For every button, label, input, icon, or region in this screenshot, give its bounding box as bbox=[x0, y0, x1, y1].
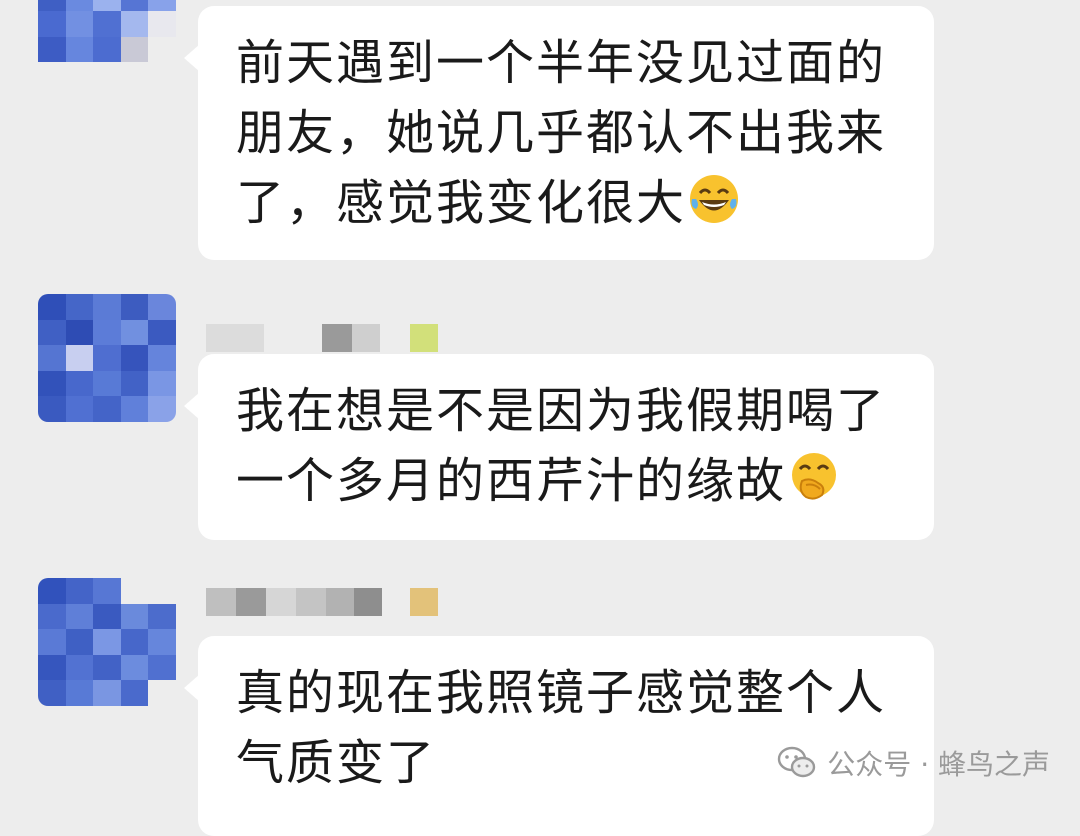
avatar[interactable] bbox=[38, 294, 176, 422]
laughing-tears-emoji bbox=[690, 175, 739, 223]
message-text: 我在想是不是因为我假期喝了一个多月的西芹汁的缘故 bbox=[236, 383, 887, 509]
wechat-icon bbox=[778, 746, 816, 778]
avatar[interactable] bbox=[38, 578, 176, 706]
watermark: 公众号 · 蜂鸟之声 bbox=[777, 743, 1050, 783]
message-text: 前天遇到一个半年没见过面的朋友，她说几乎都认不出我来了，感觉我变化很大 bbox=[236, 35, 887, 231]
message-bubble[interactable]: 我在想是不是因为我假期喝了一个多月的西芹汁的缘故 bbox=[184, 354, 934, 540]
message-bubble[interactable]: 前天遇到一个半年没见过面的朋友，她说几乎都认不出我来了，感觉我变化很大 bbox=[184, 6, 934, 260]
avatar[interactable] bbox=[38, 0, 176, 88]
watermark-label: 公众号 · 蜂鸟之声 bbox=[827, 748, 1050, 781]
message-bubble[interactable]: 真的现在我照镜子感觉整个人气质变了 bbox=[184, 636, 934, 836]
sender-name-blurred bbox=[206, 588, 438, 616]
sender-name-blurred bbox=[206, 324, 438, 352]
hand-over-mouth-emoji bbox=[792, 453, 837, 500]
